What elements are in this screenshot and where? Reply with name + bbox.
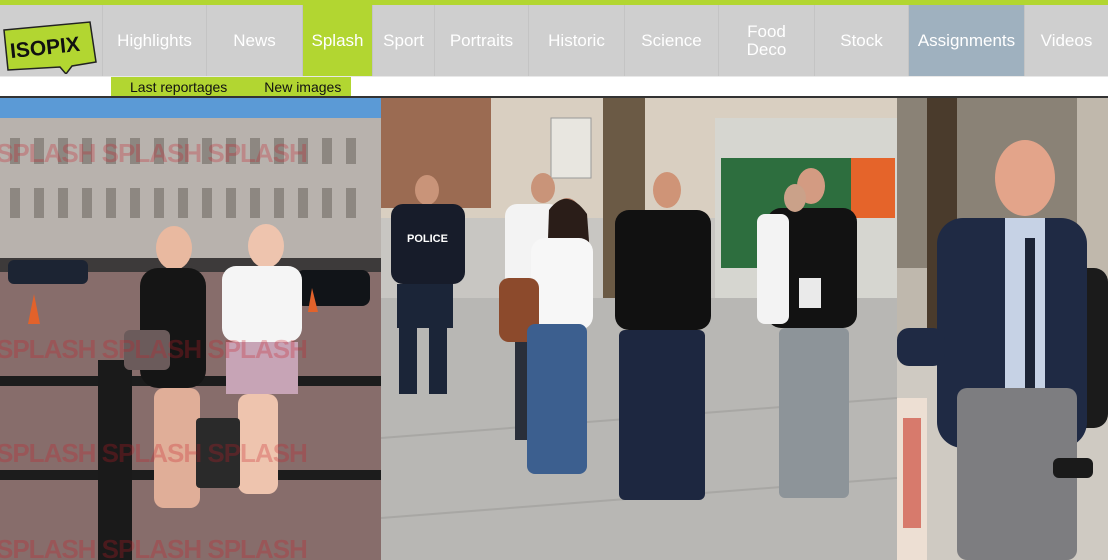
isopix-logo[interactable]: ISOPIX — [0, 8, 102, 76]
watermark-text: SPLASH SPLASH SPLASH — [0, 438, 308, 468]
photo-street-walk[interactable]: POLICE — [381, 98, 897, 560]
nav-sport[interactable]: Sport — [372, 5, 434, 76]
nav-assignments[interactable]: Assignments — [908, 5, 1024, 76]
nav-news[interactable]: News — [206, 5, 302, 76]
police-vest-label: POLICE — [407, 233, 448, 245]
nav-videos[interactable]: Videos — [1024, 5, 1108, 76]
nav-science[interactable]: Science — [624, 5, 718, 76]
subnav-new-images[interactable]: New images — [264, 79, 341, 95]
subnav-last-reportages[interactable]: Last reportages — [130, 79, 227, 95]
photo-palace-visit[interactable]: SPLASH SPLASH SPLASH SPLASH SPLASH SPLAS… — [0, 98, 381, 560]
photo-street-image: POLICE — [381, 98, 897, 560]
watermark-text: SPLASH SPLASH SPLASH — [0, 334, 308, 364]
main-navigation: Highlights News Splash Sport Portraits H… — [0, 5, 1108, 76]
sub-navigation: Last reportages New images — [111, 77, 351, 96]
watermark-text: SPLASH SPLASH SPLASH — [0, 534, 308, 560]
nav-food-deco[interactable]: Food Deco — [718, 5, 814, 76]
watermark-text: SPLASH SPLASH SPLASH — [0, 138, 308, 168]
nav-portraits[interactable]: Portraits — [434, 5, 528, 76]
photo-man-in-suit[interactable] — [897, 98, 1108, 560]
nav-splash[interactable]: Splash — [302, 5, 372, 76]
nav-historic[interactable]: Historic — [528, 5, 624, 76]
logo-badge: ISOPIX — [3, 21, 97, 76]
nav-stock[interactable]: Stock — [814, 5, 908, 76]
nav-highlights[interactable]: Highlights — [102, 5, 206, 76]
photo-suit-image — [897, 98, 1108, 560]
